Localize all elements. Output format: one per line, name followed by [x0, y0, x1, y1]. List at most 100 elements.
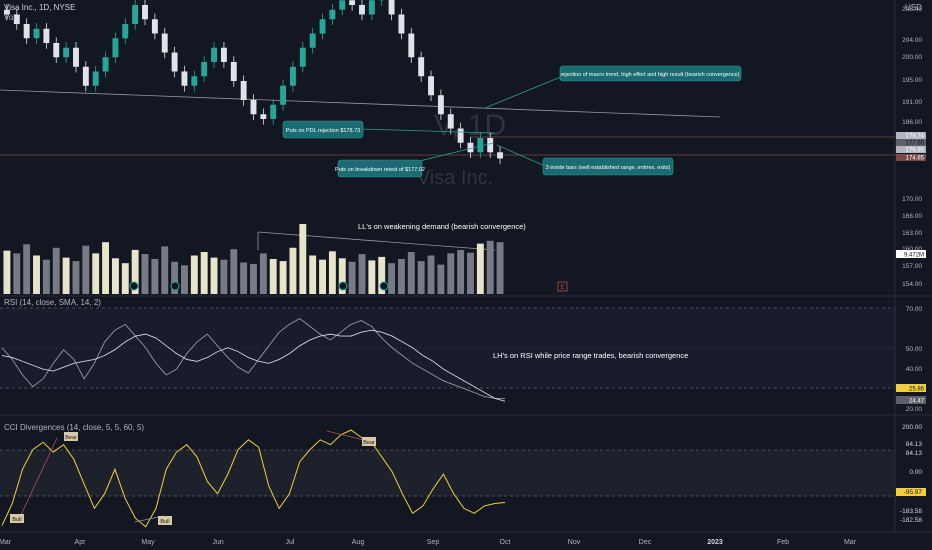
- candle-body: [73, 47, 79, 67]
- price-label-text: 178.74: [906, 134, 925, 140]
- candle-body: [437, 95, 444, 115]
- event-marker[interactable]: [170, 281, 180, 291]
- candle-body: [309, 33, 316, 48]
- candle-body: [53, 43, 60, 58]
- volume-bar: [328, 251, 336, 294]
- candle-body: [102, 57, 109, 72]
- time-axis-label: Oct: [500, 539, 511, 546]
- volume-bar: [476, 243, 484, 294]
- price-axis-tick: 170.00: [902, 196, 922, 203]
- callout-puts-pdl[interactable]: Puts on PDL rejection $178.73: [282, 120, 364, 139]
- cci-axis-tick: -182.58: [900, 517, 922, 524]
- volume-bar: [289, 247, 297, 294]
- callout-breakdown-text: Puts on breakdown retest of $177.02: [335, 167, 425, 173]
- callout-inside-bars-text: 3 inside bars (well established range, e…: [546, 165, 671, 171]
- volume-bar: [92, 253, 100, 294]
- volume-bar: [13, 253, 21, 294]
- callout-breakdown[interactable]: Puts on breakdown retest of $177.02: [335, 159, 425, 178]
- candle-body: [161, 33, 168, 53]
- volume-title: Vol: [4, 13, 16, 22]
- price-label-text: 176.95: [906, 148, 925, 154]
- volume-bar: [82, 245, 90, 294]
- time-axis-label: Aug: [352, 539, 365, 546]
- candle-body: [82, 66, 89, 86]
- volume-bar: [200, 252, 208, 294]
- volume-bar: [437, 264, 445, 294]
- callout-puts-pdl-text: Puts on PDL rejection $178.73: [286, 128, 360, 134]
- chart-canvas: V, 1D Visa Inc. rejection of macro trend…: [0, 0, 932, 550]
- candle-body: [23, 24, 30, 39]
- volume-bar: [427, 255, 435, 294]
- volume-bar: [33, 255, 40, 294]
- candle-body: [92, 71, 99, 86]
- rsi-label-text: 24.47: [909, 399, 925, 405]
- time-axis-label: Nov: [568, 539, 581, 546]
- candle-body: [408, 33, 415, 58]
- watermark-name: Visa Inc.: [417, 167, 493, 189]
- volume-bar: [72, 261, 80, 294]
- time-axis-label: May: [141, 539, 155, 546]
- time-axis-label: Jul: [286, 539, 295, 546]
- earnings-marker[interactable]: E: [557, 281, 568, 292]
- volume-bar: [397, 259, 405, 294]
- candle-body: [497, 152, 504, 159]
- candle-body: [349, 0, 356, 5]
- candle-body: [339, 0, 346, 10]
- volume-bar: [358, 254, 366, 294]
- candle-body: [368, 0, 375, 15]
- event-marker[interactable]: [379, 281, 389, 291]
- price-axis-tick: 163.00: [902, 230, 922, 237]
- volume-bar: [259, 253, 267, 294]
- price-axis-tick: 204.00: [902, 37, 922, 44]
- price-axis-tick: 157.00: [902, 263, 922, 270]
- event-marker[interactable]: [129, 281, 139, 291]
- cci-axis-tick: 84.13: [906, 450, 923, 457]
- cci-axis-tick: 84.13: [906, 441, 923, 448]
- callout-rejection[interactable]: rejection of macro trend, high effort an…: [559, 65, 742, 82]
- volume-bar: [111, 258, 119, 294]
- divergence-tag-bull: Bull: [10, 514, 24, 523]
- candle-body: [487, 138, 494, 153]
- cci-title: CCI Divergences (14, close, 5, 5, 60, 5): [4, 423, 145, 432]
- volume-bar: [457, 249, 465, 294]
- volume-bar: [319, 259, 326, 294]
- volume-bar: [417, 261, 425, 294]
- candle-body: [418, 57, 425, 77]
- candle-body: [33, 28, 40, 39]
- cci-axis-tick: 200.00: [902, 424, 922, 431]
- event-marker[interactable]: [338, 281, 348, 291]
- candle-body: [319, 19, 326, 34]
- volume-bar: [407, 252, 415, 294]
- volume-bar: [210, 257, 218, 294]
- candle-body: [280, 85, 287, 105]
- rsi-title: RSI (14, close, SMA, 14, 2): [4, 298, 101, 307]
- candle-body: [270, 104, 277, 119]
- price-label-text: 174.85: [906, 156, 925, 162]
- volume-bar: [299, 224, 307, 294]
- rsi-axis-tick: 40.00: [906, 366, 923, 373]
- volume-bar: [42, 259, 50, 294]
- rsi-axis-tick: 50.00: [906, 346, 923, 353]
- volume-bar: [368, 260, 376, 294]
- candle-body: [457, 128, 464, 143]
- price-axis-tick: 191.00: [902, 99, 922, 106]
- volume-bar: [279, 261, 287, 294]
- time-axis-label: Apr: [75, 539, 87, 546]
- volume-bar: [486, 240, 494, 294]
- price-axis-tick: 186.00: [902, 119, 922, 126]
- cci-axis-tick: -95.97: [904, 489, 923, 496]
- volume-bar: [3, 250, 11, 294]
- rsi-axis-tick: 20.00: [906, 406, 923, 413]
- cci-axis-tick: -183.58: [900, 508, 922, 515]
- candle-body: [201, 62, 208, 77]
- cci-axis-tick: 0.00: [909, 469, 922, 476]
- volume-bar: [230, 249, 238, 294]
- candle-body: [467, 142, 474, 153]
- candle-body: [63, 47, 70, 58]
- callout-inside-bars[interactable]: 3 inside bars (well established range, e…: [542, 157, 674, 176]
- volume-bar: [269, 259, 277, 294]
- candle-body: [428, 76, 434, 96]
- candle-body: [151, 19, 158, 34]
- candle-body: [132, 5, 139, 24]
- candle-body: [171, 52, 178, 72]
